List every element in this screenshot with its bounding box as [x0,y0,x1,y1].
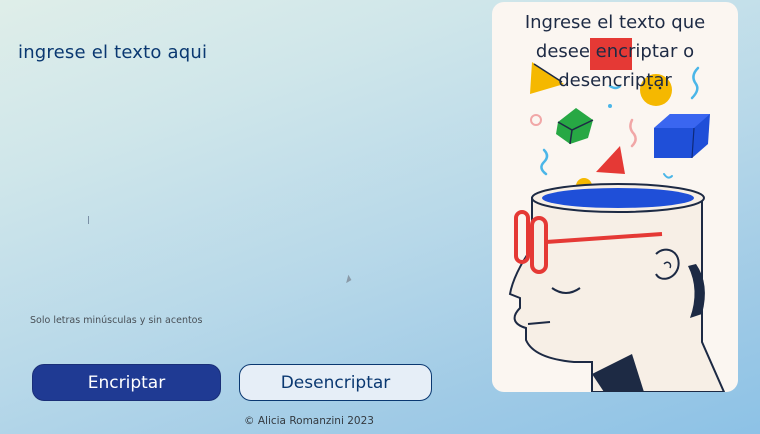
output-card: Ingrese el texto que desee encriptar o d… [492,2,738,392]
textarea-resize-mark: ◢ [342,273,352,284]
decrypt-button[interactable]: Desencriptar [239,364,432,401]
footer-credit: © Alicia Romanzini 2023 [244,415,374,427]
textarea-placeholder: ingrese el texto aqui [18,42,208,63]
encrypt-button[interactable]: Encriptar [32,364,221,401]
head-figure [508,183,726,392]
text-caret [88,216,89,224]
input-hint: Solo letras minúsculas y sin acentos [30,315,203,326]
card-title: Ingrese el texto que desee encriptar o d… [524,12,706,91]
message-textarea[interactable]: ingrese el texto aqui ◢ [0,0,480,340]
